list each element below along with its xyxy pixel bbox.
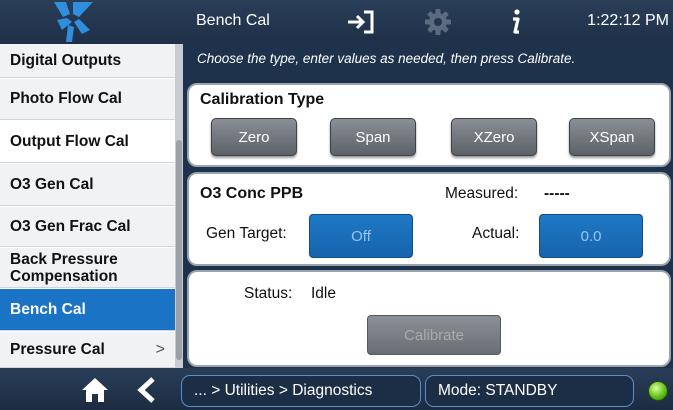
page-title: Bench Cal — [196, 12, 270, 29]
sidebar-scroll-thumb[interactable] — [176, 140, 182, 360]
clock: 1:22:12 PM — [587, 12, 669, 29]
xspan-button[interactable]: XSpan — [569, 118, 655, 156]
home-icon[interactable] — [81, 377, 109, 403]
sidebar-item-output-flow-cal[interactable]: Output Flow Cal — [0, 121, 175, 163]
instruction-text: Choose the type, enter values as needed,… — [197, 51, 576, 66]
sidebar-item-back-pressure-compensation[interactable]: Back Pressure Compensation — [0, 248, 175, 288]
sidebar-item-label: Output Flow Cal — [10, 132, 129, 150]
sidebar-item-label: Photo Flow Cal — [10, 90, 122, 107]
measured-value: ----- — [544, 185, 570, 202]
sidebar-item-digital-outputs[interactable]: Digital Outputs — [0, 44, 175, 78]
sidebar-item-label: Back Pressure Compensation — [10, 250, 118, 285]
info-icon[interactable] — [500, 6, 532, 38]
sidebar-item-label: Bench Cal — [10, 300, 86, 318]
chevron-right-icon: > — [155, 340, 165, 358]
zero-button[interactable]: Zero — [211, 118, 297, 156]
sidebar-item-bench-cal[interactable]: Bench Cal — [0, 289, 175, 331]
sidebar-item-label: O3 Gen Frac Cal — [10, 217, 131, 235]
o3-conc-panel: O3 Conc PPB Measured: ----- Gen Target: … — [187, 172, 671, 266]
sidebar-item-pressure-cal[interactable]: Pressure Cal > — [0, 332, 175, 368]
sidebar-item-o3-gen-frac-cal[interactable]: O3 Gen Frac Cal — [0, 207, 175, 247]
measured-label: Measured: — [445, 185, 519, 202]
status-value: Idle — [311, 285, 336, 302]
status-led-icon — [648, 381, 668, 401]
exit-icon[interactable] — [344, 6, 376, 38]
sidebar-item-o3-gen-cal[interactable]: O3 Gen Cal — [0, 164, 175, 206]
logo-icon — [54, 2, 93, 42]
sidebar-item-label: Digital Outputs — [10, 51, 122, 69]
breadcrumb[interactable]: ... > Utilities > Diagnostics — [181, 375, 421, 407]
gen-target-field[interactable]: Off — [309, 214, 413, 258]
gear-icon[interactable] — [422, 6, 454, 38]
mode-indicator: Mode: STANDBY — [425, 375, 634, 407]
calibration-type-panel: Calibration Type Zero Span XZero XSpan — [187, 83, 671, 167]
xzero-button[interactable]: XZero — [451, 118, 537, 156]
o3-conc-title: O3 Conc PPB — [200, 185, 304, 202]
sidebar-item-label: O3 Gen Cal — [10, 175, 94, 193]
top-bar: Bench Cal 1:22:12 PM — [0, 0, 673, 44]
sidebar-item-label: Pressure Cal — [10, 340, 105, 358]
span-button[interactable]: Span — [330, 118, 416, 156]
calibration-type-title: Calibration Type — [200, 91, 325, 108]
gen-target-label: Gen Target: — [206, 225, 287, 242]
actual-value-field[interactable]: 0.0 — [539, 214, 643, 258]
sidebar-menu: Digital Outputs Photo Flow Cal Output Fl… — [0, 44, 175, 368]
actual-label: Actual: — [472, 225, 520, 242]
calibrate-button[interactable]: Calibrate — [367, 315, 501, 355]
status-label: Status: — [244, 285, 293, 302]
sidebar-item-photo-flow-cal[interactable]: Photo Flow Cal — [0, 79, 175, 120]
back-icon[interactable] — [135, 376, 159, 404]
